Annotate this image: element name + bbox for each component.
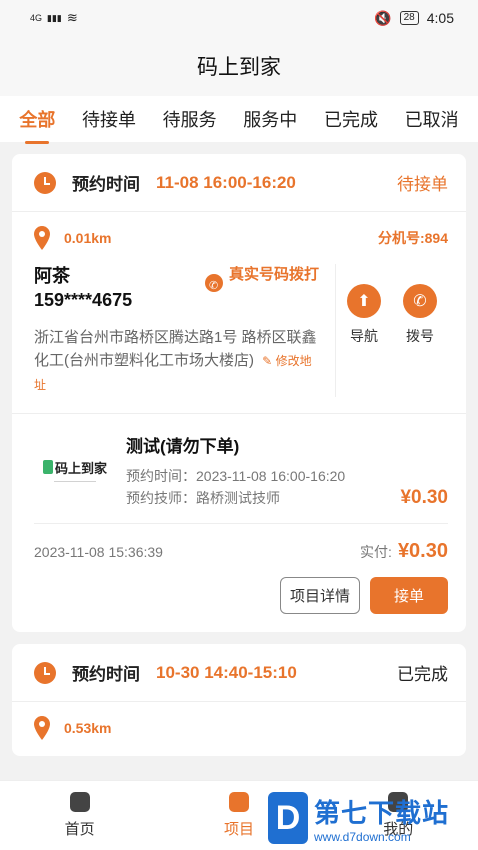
tab-pending-service[interactable]: 待服务 <box>159 98 221 140</box>
created-time: 2023-11-08 15:36:39 <box>34 543 163 560</box>
customer-info: 阿茶 159****4675 真实号码拨打 浙江省台州市路桥区腾达路1号 路桥区… <box>34 264 336 397</box>
clipboard-icon <box>228 792 249 812</box>
dial-label: 拨号 <box>406 328 434 344</box>
navigate-label: 导航 <box>350 328 378 344</box>
clock-text: 4:05 <box>426 10 454 26</box>
distance-value: 0.01km <box>64 230 112 246</box>
distance-row: 0.01km 分机号:894 <box>34 226 448 250</box>
phone-icon <box>205 274 223 297</box>
signal-indicator: 4G <box>30 13 43 23</box>
status-bar: 4G ▮▮▮ ≋ 🔇 28 4:05 <box>0 0 478 36</box>
customer-row: 阿茶 159****4675 真实号码拨打 浙江省台州市路桥区腾达路1号 路桥区… <box>34 264 448 397</box>
clock-icon <box>34 171 56 194</box>
paid-amount: ¥0.30 <box>397 540 448 562</box>
customer-name: 阿茶 <box>34 266 70 286</box>
name-phone: 阿茶 159****4675 <box>34 264 132 312</box>
tab-completed[interactable]: 已完成 <box>320 98 382 140</box>
distance-group: 0.53km <box>34 716 448 740</box>
logo-text: 码上到家 <box>54 460 107 476</box>
appointment-time: 11-08 16:00-16:20 <box>156 172 296 192</box>
accept-order-button[interactable]: 接单 <box>369 577 448 614</box>
location-pin-icon <box>34 716 50 740</box>
order-card: 预约时间 11-08 16:00-16:20 待接单 0.01km 分机号:89… <box>12 154 466 632</box>
location-pin-icon <box>34 226 50 250</box>
tab-all[interactable]: 全部 <box>15 98 59 140</box>
customer-phone: 159****4675 <box>34 290 133 310</box>
distance-value: 0.53km <box>64 720 112 736</box>
order-tabs: 全部 待接单 待服务 服务中 已完成 已取消 <box>0 96 478 142</box>
service-item[interactable]: 码上到家 ——————— 测试(请勿下单) 预约时间：2023-11-08 16… <box>12 414 466 523</box>
order-status: 待接单 <box>397 175 448 194</box>
watermark-logo: D 第七下载站 www.d7down.com <box>268 786 468 850</box>
real-call-label: 真实号码拨打 <box>229 266 320 283</box>
nav-projects-label: 项目 <box>223 821 254 838</box>
watermark-url: www.d7down.com <box>314 829 411 844</box>
service-details: 测试(请勿下单) 预约时间：2023-11-08 16:00-16:20 预约技… <box>126 432 448 509</box>
clock-icon <box>34 661 56 684</box>
distance-group: 0.01km <box>34 226 378 250</box>
watermark-text: 第七下载站 www.d7down.com <box>314 793 449 844</box>
service-logo: 码上到家 ——————— <box>34 440 116 502</box>
order-list: 预约时间 11-08 16:00-16:20 待接单 0.01km 分机号:89… <box>0 142 478 756</box>
page-title: 码上到家 <box>197 56 281 79</box>
customer-section: 0.53km <box>12 702 466 756</box>
order-header: 预约时间 10-30 14:40-15:10 已完成 <box>12 644 466 702</box>
appointment-label: 预约时间 <box>72 665 140 684</box>
mute-icon: 🔇 <box>374 9 392 26</box>
navigate-button[interactable]: ⬆ 导航 <box>347 284 381 397</box>
logo-wordmark: 码上到家 <box>42 458 107 477</box>
customer-address: 浙江省台州市路桥区腾达路1号 路桥区联鑫化工(台州市塑料化工市场大楼店) ✎ 修… <box>34 326 323 397</box>
status-left: 4G ▮▮▮ ≋ <box>30 10 78 26</box>
watermark-d-icon: D <box>268 792 308 844</box>
technician-price-row: 预约技师：路桥测试技师 ¥0.30 <box>126 487 448 509</box>
watermark-title: 第七下载站 <box>314 797 450 828</box>
order-card: 预约时间 10-30 14:40-15:10 已完成 0.53km <box>12 644 466 756</box>
customer-section: 0.01km 分机号:894 阿茶 159****4675 真实号码拨打 <box>12 212 466 414</box>
paid-label: 实付: <box>360 543 392 560</box>
dial-button[interactable]: ✆ 拨号 <box>403 284 437 397</box>
appointment-label: 预约时间 <box>72 175 140 194</box>
tab-in-service[interactable]: 服务中 <box>239 98 301 140</box>
home-icon <box>69 792 90 812</box>
signal-bars-icon: ▮▮▮ <box>47 12 62 23</box>
contact-actions: ⬆ 导航 ✆ 拨号 <box>336 264 448 397</box>
wifi-icon: ≋ <box>66 10 78 25</box>
service-price: ¥0.30 <box>400 487 448 508</box>
service-appointment-time: 预约时间：2023-11-08 16:00-16:20 <box>126 468 346 484</box>
order-footer: 2023-11-08 15:36:39 实付: ¥0.30 <box>12 524 466 577</box>
app-header: 码上到家 <box>0 36 478 96</box>
order-actions: 项目详情 接单 <box>12 577 466 632</box>
tab-cancelled[interactable]: 已取消 <box>401 98 463 140</box>
status-right: 🔇 28 4:05 <box>374 10 454 27</box>
nav-home[interactable]: 首页 <box>30 792 130 839</box>
phone-icon: ✆ <box>403 284 437 318</box>
service-title: 测试(请勿下单) <box>126 437 240 456</box>
order-header: 预约时间 11-08 16:00-16:20 待接单 <box>12 154 466 212</box>
project-details-button[interactable]: 项目详情 <box>279 577 360 614</box>
paid-amount-group: 实付: ¥0.30 <box>360 540 448 563</box>
nav-home-label: 首页 <box>64 821 95 838</box>
logo-underline: ——————— <box>54 478 96 485</box>
service-technician: 预约技师：路桥测试技师 <box>126 490 280 506</box>
extension-number: 分机号:894 <box>377 230 448 246</box>
logo-mark-icon <box>42 460 53 474</box>
battery-indicator: 28 <box>399 11 419 25</box>
real-number-call-button[interactable]: 真实号码拨打 <box>205 264 323 312</box>
name-row: 阿茶 159****4675 真实号码拨打 <box>34 264 323 312</box>
appointment-time: 10-30 14:40-15:10 <box>156 662 297 682</box>
tab-pending-accept[interactable]: 待接单 <box>78 98 140 140</box>
order-status: 已完成 <box>397 665 448 684</box>
navigation-arrow-icon: ⬆ <box>347 284 381 318</box>
